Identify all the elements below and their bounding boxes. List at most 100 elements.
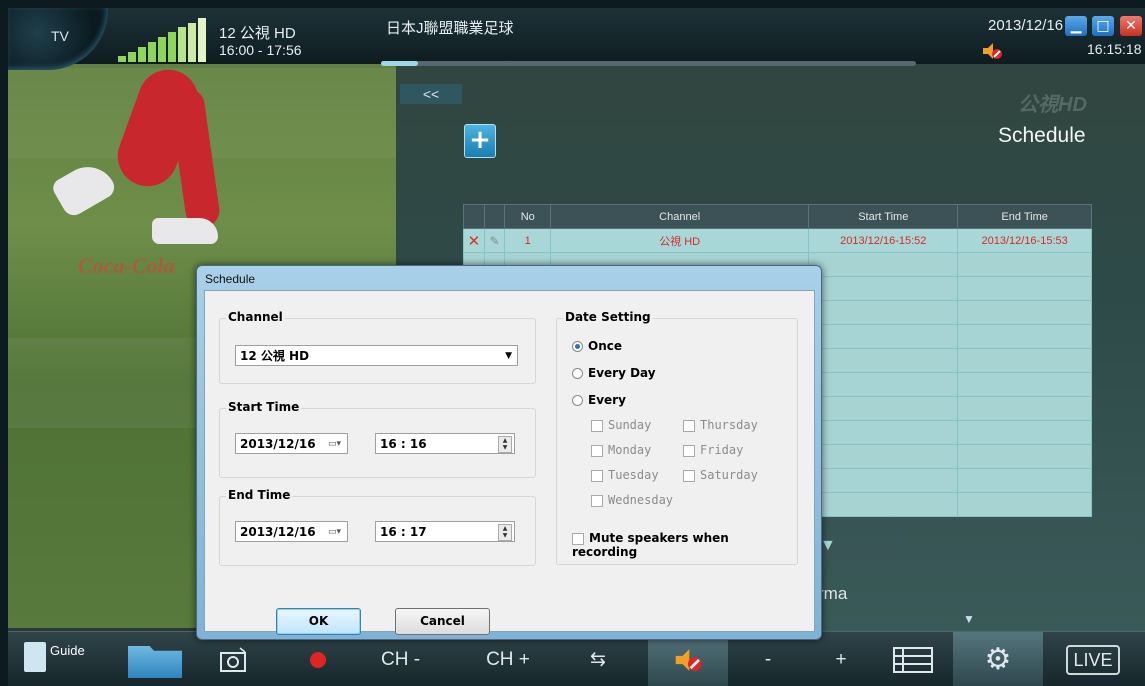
volume-down-button[interactable]: - <box>743 632 793 686</box>
minimize-button[interactable]: ▁ <box>1065 16 1087 36</box>
close-button[interactable]: ✕ <box>1120 16 1142 36</box>
saturday-checkbox[interactable]: Saturday <box>683 468 758 482</box>
end-time-field[interactable]: 16 : 17 ▲ ▼ <box>375 521 515 542</box>
end-date-value: 2013/12/16 <box>240 525 316 539</box>
triangle-down-icon[interactable]: ▼ <box>963 612 975 626</box>
checkbox-icon <box>683 469 695 482</box>
speaker-mute-icon <box>675 649 702 671</box>
calendar-icon[interactable]: ▭▾ <box>328 434 341 455</box>
every-radio[interactable]: Every <box>572 393 626 407</box>
channel-down-button[interactable]: CH - <box>363 632 438 686</box>
channel-up-button[interactable]: CH + <box>468 632 548 686</box>
end-date-field[interactable]: 2013/12/16 ▭▾ <box>235 521 348 542</box>
triangle-down-icon: ▼ <box>820 537 836 554</box>
format-label: rma <box>818 584 848 603</box>
swap-channel-button[interactable]: ⇆ <box>563 632 633 686</box>
channel-select[interactable]: 12 公視 HD ▼ <box>235 345 518 366</box>
thursday-label: Thursday <box>700 418 758 432</box>
maximize-button[interactable]: □ <box>1092 16 1114 36</box>
row-channel: 公視 HD <box>550 228 810 253</box>
tuesday-checkbox[interactable]: Tuesday <box>591 468 659 482</box>
player-shoe <box>49 156 119 220</box>
start-time-group: Start Time 2013/12/16 ▭▾ 16 : 16 ▲ ▼ <box>219 400 536 478</box>
radio-icon <box>572 395 583 406</box>
scroll-down-button[interactable]: ▼ <box>818 535 903 557</box>
list-view-button[interactable] <box>883 632 943 686</box>
start-date-field[interactable]: 2013/12/16 ▭▾ <box>235 433 348 454</box>
dialog-title: Schedule <box>205 272 256 286</box>
delete-icon[interactable]: ✕ <box>468 232 481 250</box>
player-shoe <box>152 218 218 244</box>
spinner-arrows-icon[interactable]: ▲ ▼ <box>498 436 512 453</box>
tv-app-window: Coca-Cola 公視HD 日 本 J 聯 盟 職 業 足 球 << + Sc… <box>8 8 1145 686</box>
once-label: Once <box>588 339 622 353</box>
cancel-button[interactable]: Cancel <box>395 608 490 635</box>
folder-icon <box>128 646 182 678</box>
checkbox-icon <box>683 419 695 432</box>
spinner-arrows-icon[interactable]: ▲ ▼ <box>498 524 512 541</box>
thursday-checkbox[interactable]: Thursday <box>683 418 758 432</box>
wednesday-checkbox[interactable]: Wednesday <box>591 493 673 507</box>
signal-strength-icon <box>118 18 213 62</box>
mute-status-icon <box>983 43 1002 59</box>
wednesday-label: Wednesday <box>608 493 674 507</box>
add-schedule-button[interactable]: + <box>464 124 496 158</box>
delete-cell[interactable]: ✕ <box>463 228 485 253</box>
record-button[interactable] <box>283 632 353 686</box>
calendar-icon[interactable]: ▭▾ <box>328 522 341 543</box>
channel-select-value: 12 公視 HD <box>240 349 310 363</box>
start-time-value: 16 : 16 <box>380 437 427 451</box>
every-day-label: Every Day <box>588 366 656 380</box>
guide-button[interactable]: Guide <box>14 632 104 686</box>
current-clock: 16:15:18 <box>1087 41 1142 57</box>
start-time-field[interactable]: 16 : 16 ▲ ▼ <box>375 433 515 454</box>
once-radio[interactable]: Once <box>572 339 622 353</box>
mute-checkbox[interactable]: Mute speakers when recording <box>572 531 797 559</box>
video-player-figure <box>49 48 228 248</box>
ok-button[interactable]: OK <box>276 608 361 635</box>
top-bar: TV 12 公視 HD 16:00 - 17:56 日本J聯盟職業足球 2013… <box>8 8 1145 70</box>
dialog-body: Channel 12 公視 HD ▼ Start Time 2013/12/16… <box>204 290 815 635</box>
every-day-radio[interactable]: Every Day <box>572 366 656 380</box>
volume-up-button[interactable]: + <box>816 632 866 686</box>
table-header: Channel <box>550 204 810 229</box>
settings-button[interactable]: ⚙ <box>953 632 1043 686</box>
checkbox-icon <box>591 419 603 432</box>
radio-icon <box>572 368 583 379</box>
chevron-down-icon: ▼ <box>505 351 512 361</box>
saturday-label: Saturday <box>700 468 758 482</box>
row-no: 1 <box>504 228 552 253</box>
open-folder-button[interactable] <box>108 632 198 686</box>
table-row[interactable]: ✕ ✎ 1 公視 HD 2013/12/16-15:52 2013/12/16-… <box>463 228 1092 253</box>
channel-group-label: Channel <box>226 310 285 324</box>
date-setting-group-label: Date Setting <box>563 310 653 324</box>
sunday-label: Sunday <box>608 418 652 432</box>
friday-label: Friday <box>700 443 744 457</box>
tv-label: TV <box>51 28 69 44</box>
table-header <box>483 204 506 229</box>
table-header-row: No Channel Start Time End Time <box>463 204 1092 229</box>
end-time-group: End Time 2013/12/16 ▭▾ 16 : 17 ▲ ▼ <box>219 488 536 566</box>
mute-button[interactable] <box>648 632 728 686</box>
checkbox-icon <box>572 532 584 545</box>
table-header: No <box>504 204 552 229</box>
collapse-panel-button[interactable]: << <box>400 84 462 104</box>
edit-cell[interactable]: ✎ <box>483 228 506 253</box>
mute-label: Mute speakers when recording <box>572 531 729 559</box>
monday-label: Monday <box>608 443 652 457</box>
current-date: 2013/12/16 <box>988 17 1064 34</box>
channel-time-range: 16:00 - 17:56 <box>219 42 302 58</box>
pencil-icon[interactable]: ✎ <box>490 234 500 248</box>
channel-logo: 公視HD <box>1018 94 1087 116</box>
live-button[interactable]: LIVE <box>1048 632 1138 686</box>
checkbox-icon <box>591 469 603 482</box>
end-time-value: 16 : 17 <box>380 525 427 539</box>
sunday-checkbox[interactable]: Sunday <box>591 418 651 432</box>
snapshot-button[interactable] <box>198 632 268 686</box>
program-progress-bar <box>381 61 916 66</box>
checkbox-icon <box>683 444 695 457</box>
camera-icon <box>220 647 246 672</box>
radio-selected-icon <box>572 341 583 352</box>
friday-checkbox[interactable]: Friday <box>683 443 743 457</box>
monday-checkbox[interactable]: Monday <box>591 443 651 457</box>
